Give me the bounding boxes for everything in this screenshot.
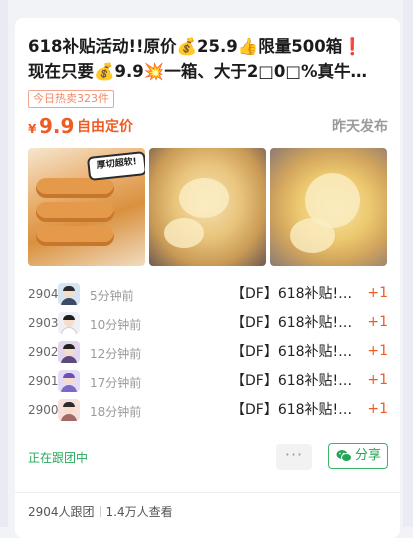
record-number: 2902 <box>28 345 59 359</box>
record-time: 12分钟前 <box>90 347 142 361</box>
view-count: 1.4万人查看 <box>105 505 173 519</box>
bread-loaf <box>36 178 114 198</box>
avatar <box>58 341 80 363</box>
avatar <box>58 283 80 305</box>
photo-gallery: 厚切超软! <box>28 148 387 266</box>
stats-separator <box>99 506 101 517</box>
group-stats: 2904人跟团 1.4万人查看 <box>28 504 173 520</box>
group-buy-card[interactable]: 618补贴活动!!原价💰25.9👍限量500箱❗现在只要💰9.9💥一箱、大于2□… <box>15 18 400 538</box>
hot-sales-tag: 今日热卖323件 <box>28 90 114 108</box>
bread-texture <box>290 218 335 253</box>
record-number: 2903 <box>28 316 59 330</box>
left-edge <box>0 0 8 527</box>
more-button[interactable]: ··· <box>276 444 312 470</box>
record-time: 18分钟前 <box>90 405 142 419</box>
record-time: 17分钟前 <box>90 376 142 390</box>
record-time: 5分钟前 <box>90 289 134 303</box>
bread-texture <box>164 218 204 248</box>
record-time: 10分钟前 <box>90 318 142 332</box>
product-photo-1[interactable]: 厚切超软! <box>28 148 145 266</box>
share-button[interactable]: 分享 <box>328 443 388 469</box>
bread-loaf <box>36 202 114 222</box>
participant-count: 2904人跟团 <box>28 505 95 519</box>
avatar <box>58 370 80 392</box>
record-plus: +1 <box>367 372 388 388</box>
record-row[interactable]: 2904 5分钟前 【DF】618补贴!!原价25.9 +1 <box>28 283 388 307</box>
publish-time: 昨天发布 <box>332 119 388 135</box>
share-label: 分享 <box>355 448 382 463</box>
record-text: 【DF】618补贴!!原价25.9 <box>231 373 353 389</box>
record-row[interactable]: 2902 12分钟前 【DF】618补贴!!原价25.9 +1 <box>28 341 388 365</box>
record-row[interactable]: 2903 10分钟前 【DF】618补贴!!原价25.9 +1 <box>28 312 388 336</box>
price-value: 9.9 <box>39 114 75 138</box>
record-row[interactable]: 2900 18分钟前 【DF】618补贴!!原价25.9 +1 <box>28 399 388 423</box>
following-status: 正在跟团中 <box>28 451 89 465</box>
record-number: 2904 <box>28 287 59 301</box>
record-text: 【DF】618补贴!!原价25.9 <box>231 344 353 360</box>
right-edge <box>403 0 413 527</box>
record-plus: +1 <box>367 285 388 301</box>
more-icon: ··· <box>284 445 304 464</box>
price-currency: ¥ <box>28 122 37 136</box>
record-plus: +1 <box>367 343 388 359</box>
avatar <box>58 312 80 334</box>
record-text: 【DF】618补贴!!原价25.9 <box>231 315 353 331</box>
avatar <box>58 399 80 421</box>
product-photo-3[interactable] <box>270 148 387 266</box>
price-note: 自由定价 <box>77 119 133 135</box>
wechat-icon <box>336 450 352 462</box>
record-text: 【DF】618补贴!!原价25.9 <box>231 402 353 418</box>
bread-texture <box>179 178 229 218</box>
divider <box>15 492 400 493</box>
record-number: 2900 <box>28 403 59 417</box>
record-plus: +1 <box>367 314 388 330</box>
record-text: 【DF】618补贴!!原价25.9 <box>231 286 353 302</box>
record-number: 2901 <box>28 374 59 388</box>
photo-sticker: 厚切超软! <box>86 151 145 181</box>
bread-loaf <box>36 226 114 246</box>
record-plus: +1 <box>367 401 388 417</box>
price-row: ¥ 9.9 自由定价 昨天发布 <box>28 114 388 140</box>
record-row[interactable]: 2901 17分钟前 【DF】618补贴!!原价25.9 +1 <box>28 370 388 394</box>
product-photo-2[interactable] <box>149 148 266 266</box>
post-title[interactable]: 618补贴活动!!原价💰25.9👍限量500箱❗现在只要💰9.9💥一箱、大于2□… <box>28 34 378 84</box>
